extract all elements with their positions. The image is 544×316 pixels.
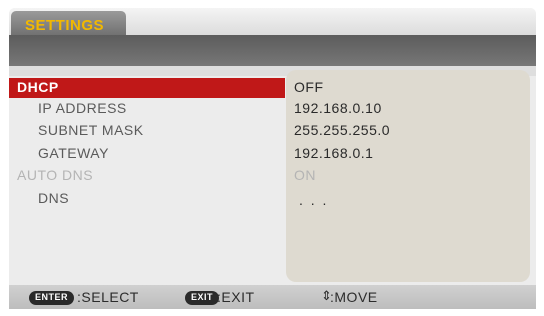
exit-key-badge: EXIT (185, 291, 220, 305)
dhcp-label: DHCP (17, 79, 59, 95)
tab-settings[interactable]: SETTINGS (11, 11, 126, 38)
exit-action-label: :EXIT (217, 289, 255, 305)
auto-dns-label: AUTO DNS (17, 167, 94, 183)
dns-value: . . . (299, 192, 329, 208)
ip-address-value: 192.168.0.10 (294, 100, 382, 116)
gateway-label: GATEWAY (38, 145, 109, 161)
move-action-label: :MOVE (330, 289, 378, 305)
subnet-mask-label: SUBNET MASK (38, 122, 144, 138)
dns-label: DNS (38, 190, 70, 206)
enter-key-badge: ENTER (29, 291, 75, 305)
settings-screen: SETTINGS DHCP OFF IP ADDRESS 192.168.0.1… (9, 8, 536, 309)
subnet-mask-value: 255.255.255.0 (294, 122, 391, 138)
ip-address-label: IP ADDRESS (38, 100, 127, 116)
footer-bar: ENTER :SELECT EXIT :EXIT ⇕ :MOVE (9, 285, 536, 309)
menu-row-auto-dns: AUTO DNS ON (9, 166, 536, 186)
auto-dns-value: ON (294, 167, 316, 183)
gateway-value: 192.168.0.1 (294, 145, 374, 161)
header-band (9, 35, 536, 66)
dhcp-value: OFF (294, 79, 324, 95)
menu-row-dhcp[interactable]: DHCP OFF (9, 78, 536, 98)
enter-action-label: :SELECT (77, 289, 139, 305)
menu-row-dns[interactable]: DNS . . . (9, 189, 536, 209)
menu-row-gateway[interactable]: GATEWAY 192.168.0.1 (9, 144, 536, 164)
tab-settings-label: SETTINGS (25, 17, 105, 34)
menu-row-ip-address[interactable]: IP ADDRESS 192.168.0.10 (9, 99, 536, 119)
menu-row-subnet-mask[interactable]: SUBNET MASK 255.255.255.0 (9, 121, 536, 141)
